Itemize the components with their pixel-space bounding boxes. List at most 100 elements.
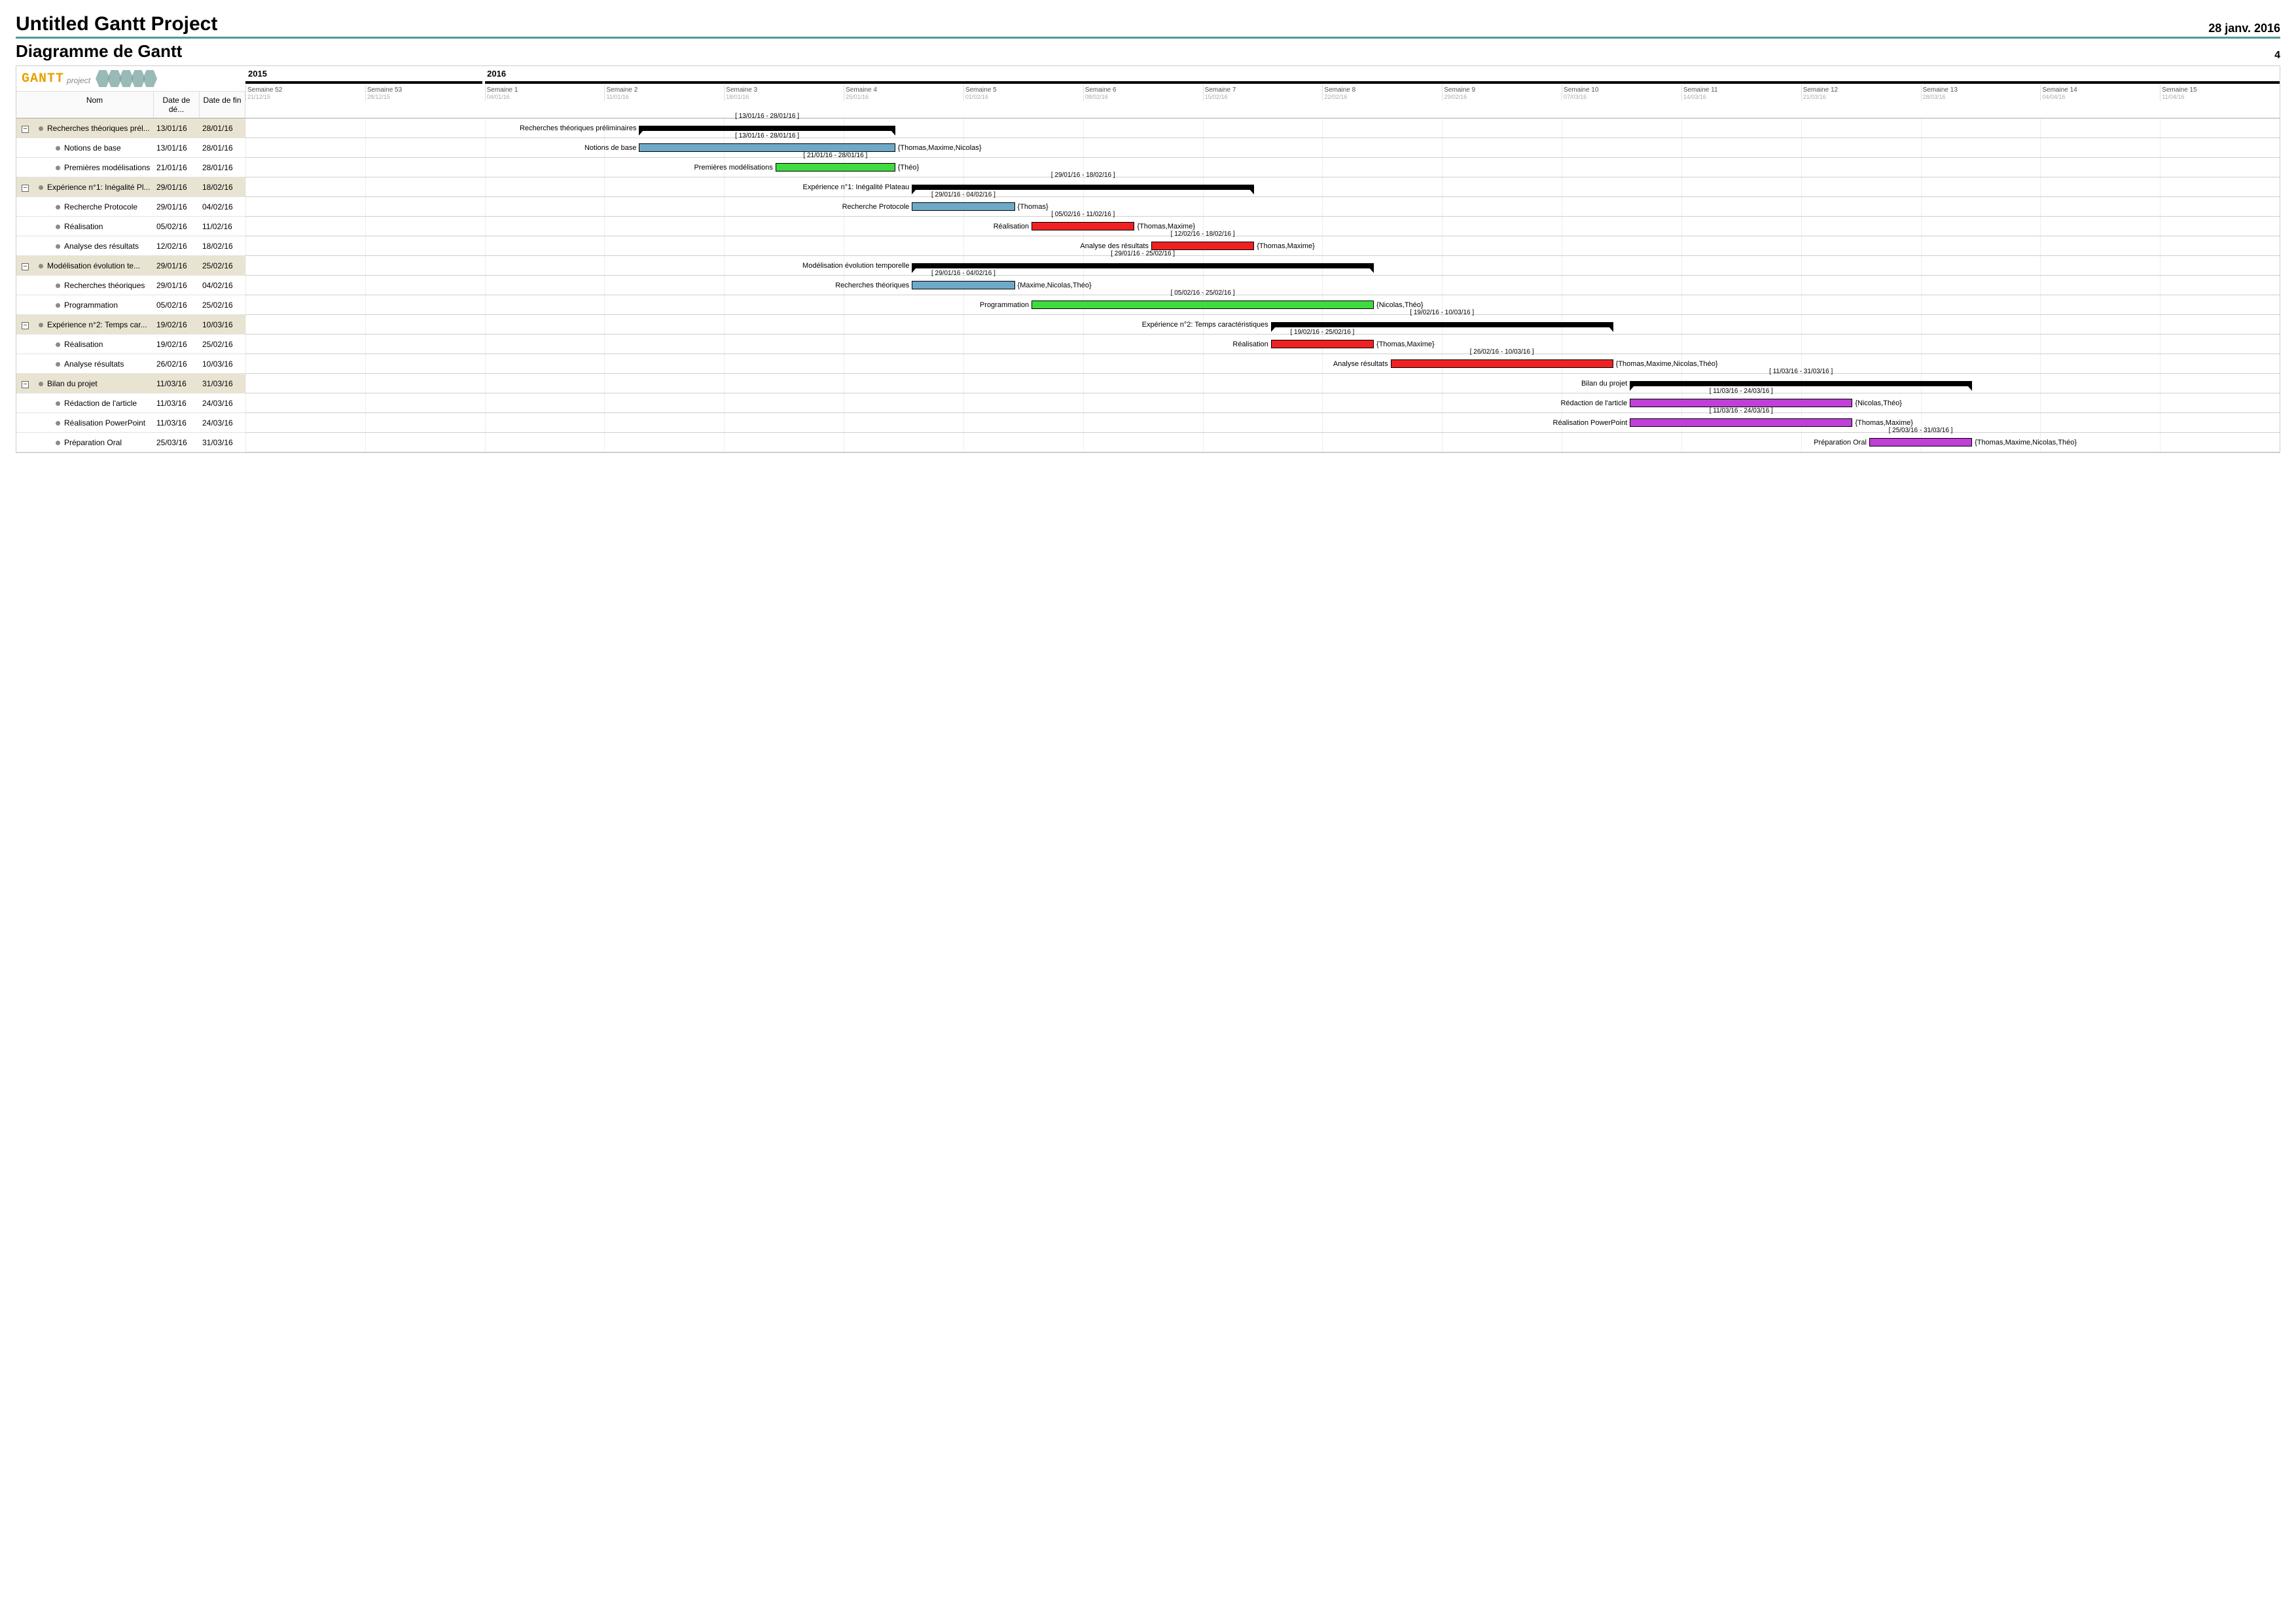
task-name: Préparation Oral bbox=[64, 438, 122, 447]
week-column: Semaine 1007/03/16 bbox=[1562, 85, 1681, 101]
bar-label: Réalisation bbox=[994, 223, 1031, 230]
bar-resources: {Thomas} bbox=[1015, 203, 1049, 211]
bar-resources: {Maxime,Nicolas,Théo} bbox=[1015, 282, 1092, 289]
bar-label: Recherche Protocole bbox=[842, 203, 912, 211]
task-name: Analyse des résultats bbox=[64, 242, 139, 251]
task-name: Premières modélisations bbox=[64, 163, 150, 172]
task-bar[interactable]: Réalisation PowerPoint [ 11/03/16 - 24/0… bbox=[1630, 413, 1852, 432]
bullet-icon bbox=[39, 382, 43, 386]
logo-area: GANTT project Nom Date de dé... Date de … bbox=[16, 66, 245, 119]
project-title: Untitled Gantt Project bbox=[16, 13, 217, 35]
bar-label: Analyse des résultats bbox=[1080, 242, 1151, 250]
task-bar[interactable]: Recherche Protocole [ 29/01/16 - 04/02/1… bbox=[912, 197, 1014, 216]
timeline-cell: Recherches théoriques [ 29/01/16 - 04/02… bbox=[245, 276, 2280, 295]
bar-label: Réalisation PowerPoint bbox=[1553, 419, 1630, 427]
task-row[interactable]: Analyse des résultats 12/02/16 18/02/16 bbox=[16, 236, 245, 256]
bar-resources: {Thomas,Maxime,Nicolas,Théo} bbox=[1972, 439, 2077, 447]
task-end: 18/02/16 bbox=[200, 239, 245, 253]
bar-label: Premières modélisations bbox=[694, 164, 775, 172]
bullet-icon bbox=[39, 264, 43, 268]
week-column: Semaine 318/01/16 bbox=[724, 85, 844, 101]
bar-resources: {Thomas,Maxime} bbox=[1254, 242, 1315, 250]
task-end: 25/02/16 bbox=[200, 298, 245, 312]
task-end: 04/02/16 bbox=[200, 278, 245, 293]
task-start: 25/03/16 bbox=[154, 435, 200, 450]
task-end: 04/02/16 bbox=[200, 200, 245, 214]
task-bar[interactable]: Réalisation [ 05/02/16 - 11/02/16 ] {Tho… bbox=[1031, 217, 1134, 236]
week-column: Semaine 501/02/16 bbox=[963, 85, 1083, 101]
task-start: 13/01/16 bbox=[154, 121, 200, 136]
task-bar[interactable]: Recherches théoriques [ 29/01/16 - 04/02… bbox=[912, 276, 1014, 295]
bullet-icon bbox=[56, 342, 60, 347]
bar-label: Préparation Oral bbox=[1814, 439, 1869, 447]
logo-hex-icon bbox=[96, 70, 154, 87]
task-row[interactable]: Rédaction de l'article 11/03/16 24/03/16 bbox=[16, 393, 245, 413]
timeline-cell: Rédaction de l'article [ 11/03/16 - 24/0… bbox=[245, 393, 2280, 413]
timeline-cell: Réalisation [ 05/02/16 - 11/02/16 ] {Tho… bbox=[245, 217, 2280, 236]
bar-resources: {Théo} bbox=[895, 164, 919, 172]
task-group-row[interactable]: − Expérience n°1: Inégalité Pl... 29/01/… bbox=[16, 177, 245, 197]
task-group-row[interactable]: − Recherches théoriques prél... 13/01/16… bbox=[16, 119, 245, 138]
task-start: 05/02/16 bbox=[154, 298, 200, 312]
collapse-icon[interactable]: − bbox=[22, 381, 29, 388]
collapse-icon[interactable]: − bbox=[22, 322, 29, 329]
bar-resources: {Nicolas,Théo} bbox=[1852, 399, 1902, 407]
task-name: Expérience n°1: Inégalité Pl... bbox=[47, 183, 151, 192]
task-bar[interactable]: Analyse résultats [ 26/02/16 - 10/03/16 … bbox=[1391, 354, 1613, 373]
bullet-icon bbox=[56, 283, 60, 288]
bullet-icon bbox=[56, 303, 60, 308]
task-start: 19/02/16 bbox=[154, 318, 200, 332]
task-name: Recherche Protocole bbox=[64, 202, 137, 211]
task-bar[interactable]: Préparation Oral [ 25/03/16 - 31/03/16 ]… bbox=[1869, 433, 1972, 452]
bar-dates: [ 29/01/16 - 04/02/16 ] bbox=[931, 270, 996, 277]
task-group-row[interactable]: − Expérience n°2: Temps car... 19/02/16 … bbox=[16, 315, 245, 335]
task-start: 13/01/16 bbox=[154, 141, 200, 155]
week-column: Semaine 822/02/16 bbox=[1322, 85, 1442, 101]
bar-label: Recherches théoriques préliminaires bbox=[520, 124, 639, 132]
collapse-icon[interactable]: − bbox=[22, 126, 29, 133]
task-end: 31/03/16 bbox=[200, 376, 245, 391]
task-bar[interactable]: Programmation [ 05/02/16 - 25/02/16 ] {N… bbox=[1031, 295, 1374, 314]
task-name: Programmation bbox=[64, 301, 118, 310]
task-bar[interactable]: Premières modélisations [ 21/01/16 - 28/… bbox=[776, 158, 895, 177]
task-end: 10/03/16 bbox=[200, 318, 245, 332]
task-end: 28/01/16 bbox=[200, 121, 245, 136]
project-date: 28 janv. 2016 bbox=[2208, 22, 2280, 35]
task-row[interactable]: Analyse résultats 26/02/16 10/03/16 bbox=[16, 354, 245, 374]
task-name: Bilan du projet bbox=[47, 379, 98, 388]
task-start: 11/03/16 bbox=[154, 376, 200, 391]
bar-dates: [ 26/02/16 - 10/03/16 ] bbox=[1470, 348, 1534, 356]
task-row[interactable]: Notions de base 13/01/16 28/01/16 bbox=[16, 138, 245, 158]
bullet-icon bbox=[56, 205, 60, 210]
collapse-icon[interactable]: − bbox=[22, 263, 29, 270]
task-row[interactable]: Premières modélisations 21/01/16 28/01/1… bbox=[16, 158, 245, 177]
task-row[interactable]: Réalisation 05/02/16 11/02/16 bbox=[16, 217, 245, 236]
timeline-cell: Expérience n°2: Temps caractéristiques [… bbox=[245, 315, 2280, 335]
bullet-icon bbox=[56, 166, 60, 170]
task-row[interactable]: Réalisation PowerPoint 11/03/16 24/03/16 bbox=[16, 413, 245, 433]
week-column: Semaine 425/01/16 bbox=[844, 85, 963, 101]
task-end: 11/02/16 bbox=[200, 219, 245, 234]
task-group-row[interactable]: − Bilan du projet 11/03/16 31/03/16 bbox=[16, 374, 245, 393]
task-row[interactable]: Recherche Protocole 29/01/16 04/02/16 bbox=[16, 197, 245, 217]
week-column: Semaine 1221/03/16 bbox=[1801, 85, 1921, 101]
bar-label: Analyse résultats bbox=[1333, 360, 1391, 368]
task-name: Notions de base bbox=[64, 143, 121, 153]
task-row[interactable]: Réalisation 19/02/16 25/02/16 bbox=[16, 335, 245, 354]
task-row[interactable]: Préparation Oral 25/03/16 31/03/16 bbox=[16, 433, 245, 452]
bar-label: Recherches théoriques bbox=[835, 282, 912, 289]
task-group-row[interactable]: − Modélisation évolution te... 29/01/16 … bbox=[16, 256, 245, 276]
week-column: Semaine 1511/04/16 bbox=[2160, 85, 2280, 101]
task-start: 29/01/16 bbox=[154, 180, 200, 194]
col-end: Date de fin bbox=[200, 92, 245, 118]
task-bar[interactable]: Réalisation [ 19/02/16 - 25/02/16 ] {Tho… bbox=[1271, 335, 1374, 354]
task-row[interactable]: Recherches théoriques 29/01/16 04/02/16 bbox=[16, 276, 245, 295]
gantt-chart: GANTT project Nom Date de dé... Date de … bbox=[16, 65, 2280, 453]
week-column: Semaine 5221/12/15 bbox=[245, 85, 365, 101]
summary-bar[interactable]: Bilan du projet [ 11/03/16 - 31/03/16 ] bbox=[1630, 374, 1972, 393]
collapse-icon[interactable]: − bbox=[22, 185, 29, 192]
task-name: Réalisation PowerPoint bbox=[64, 418, 145, 428]
task-row[interactable]: Programmation 05/02/16 25/02/16 bbox=[16, 295, 245, 315]
timeline-cell: Analyse résultats [ 26/02/16 - 10/03/16 … bbox=[245, 354, 2280, 374]
task-end: 18/02/16 bbox=[200, 180, 245, 194]
